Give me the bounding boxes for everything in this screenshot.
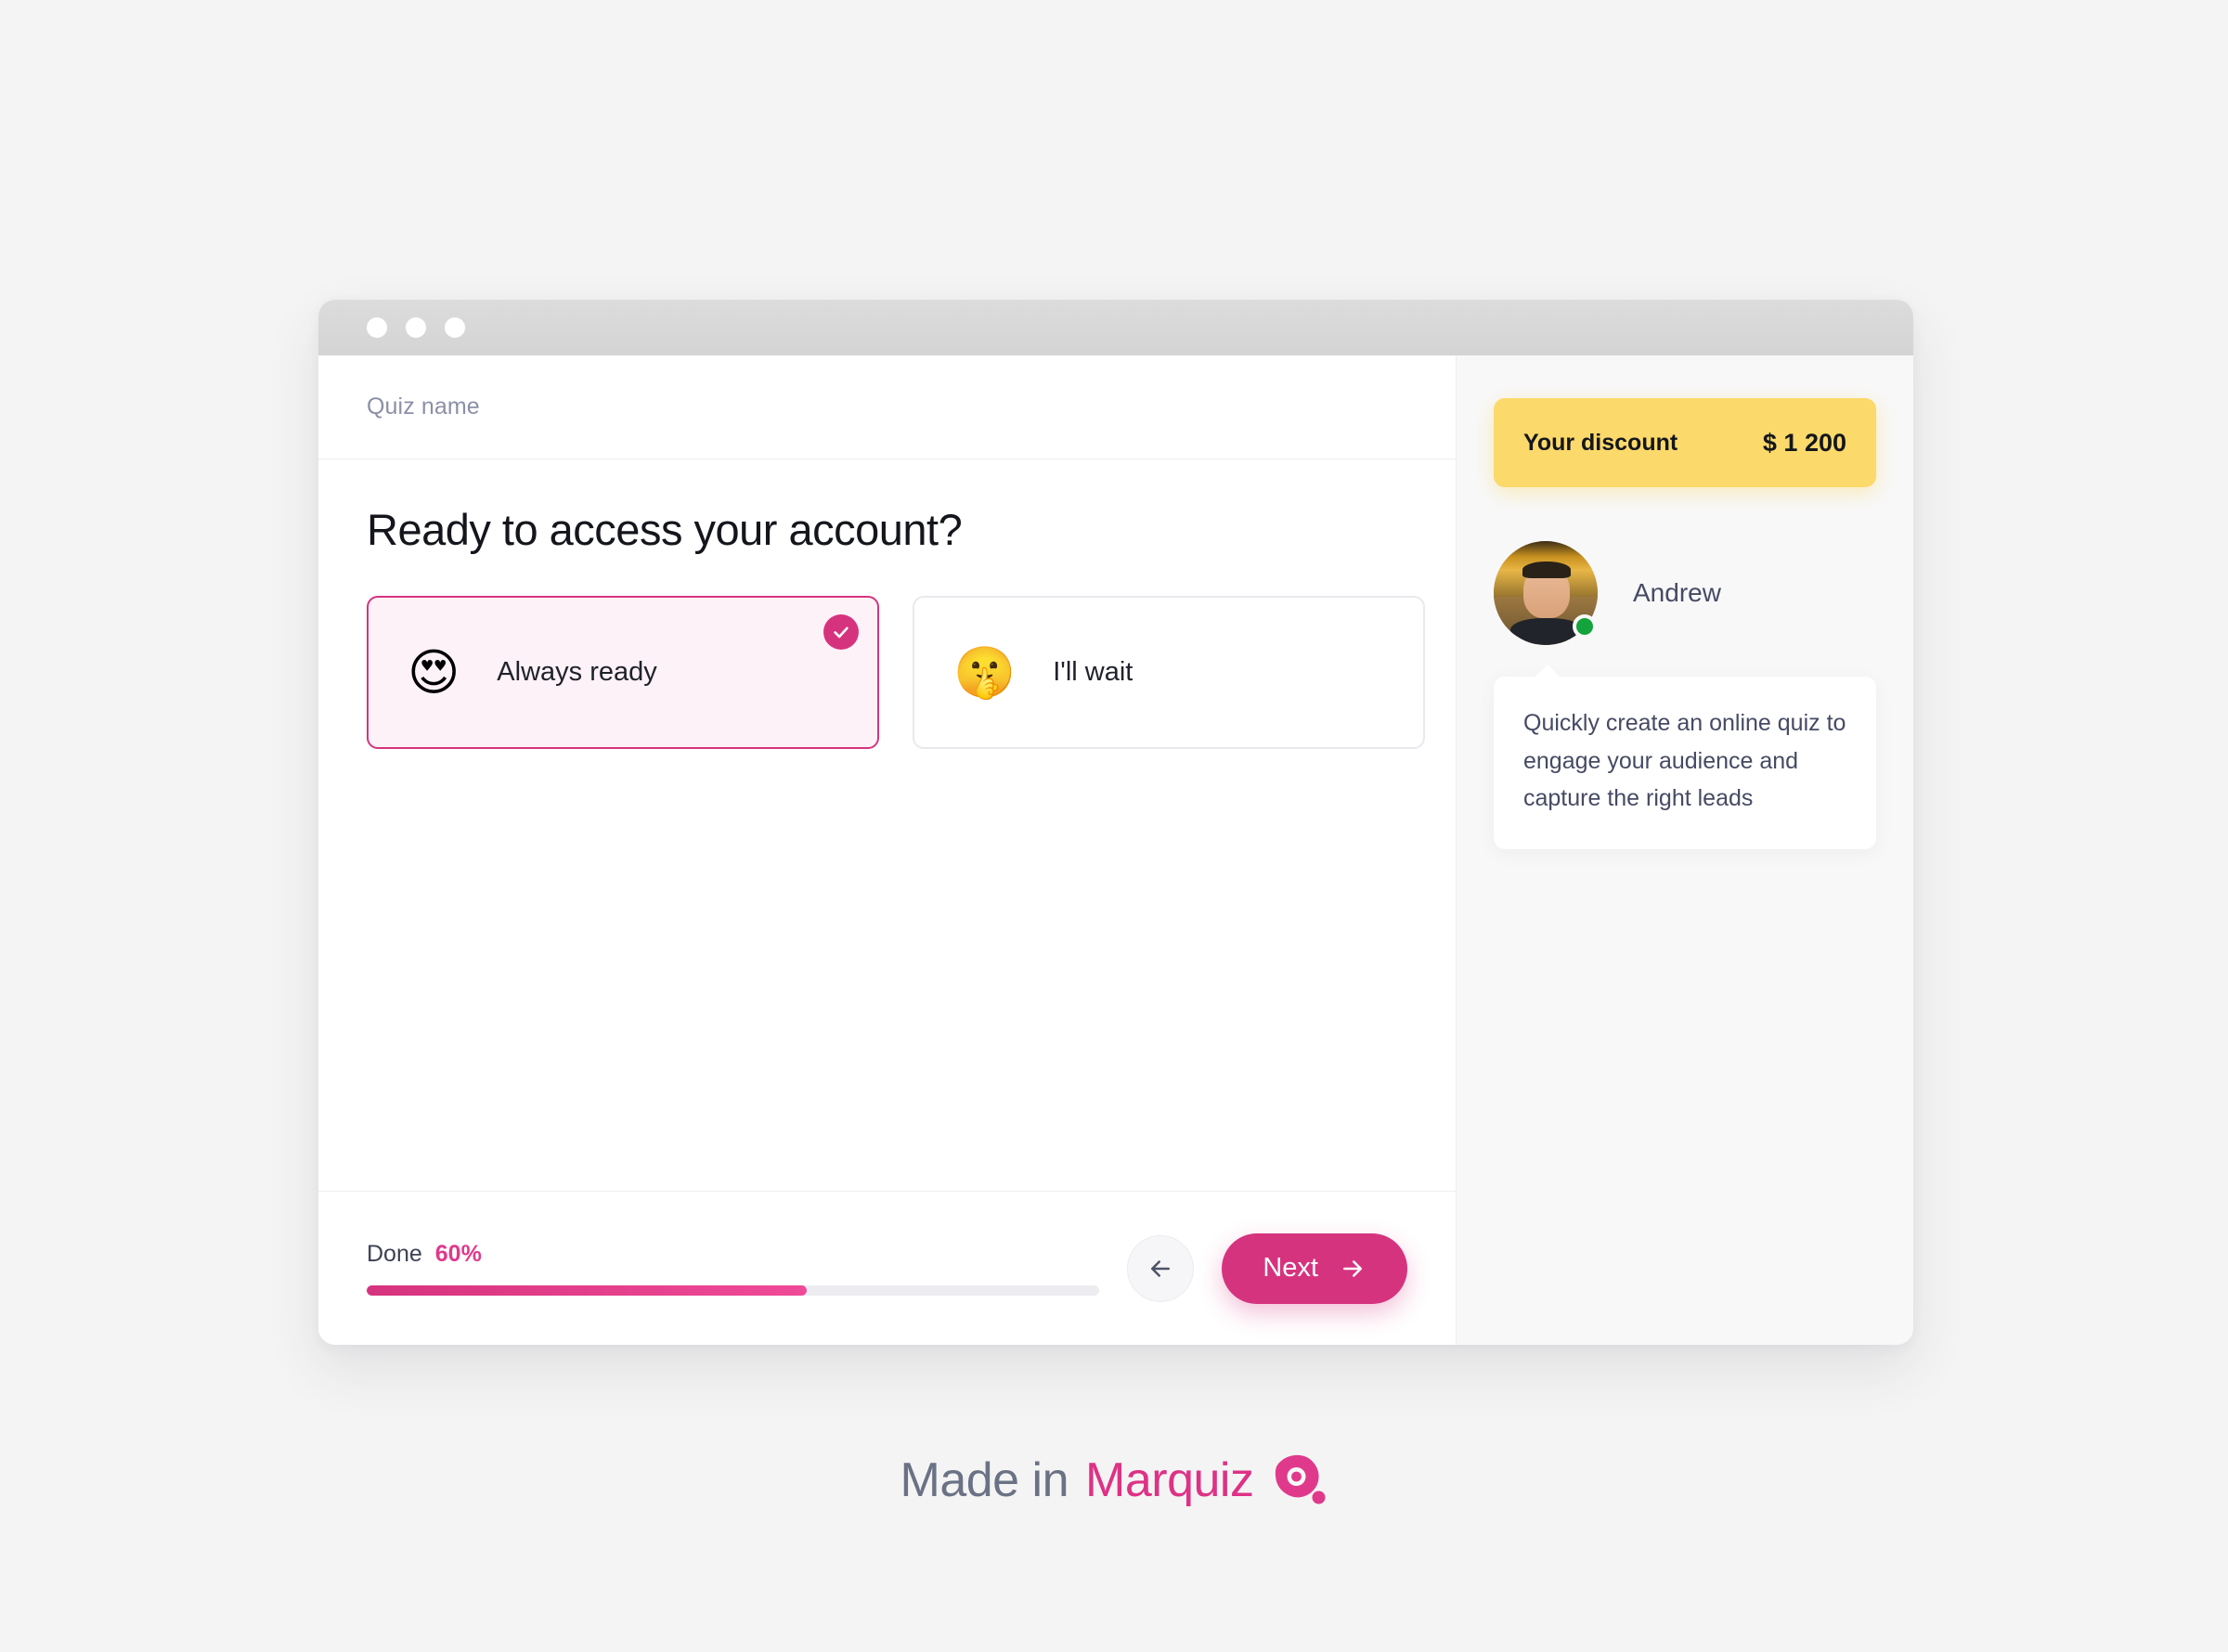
discount-label: Your discount [1523,429,1678,456]
person-name: Andrew [1633,578,1721,607]
progress-block: Done 60% [367,1241,1100,1296]
quiz-footer: Done 60% Next [318,1191,1456,1345]
check-icon [823,614,859,651]
smiling-face-with-heart-eyes-icon: 😍 [408,642,460,702]
back-button[interactable] [1127,1234,1195,1302]
progress-bar [367,1285,1100,1296]
progress-bar-fill [367,1285,807,1296]
window-maximize-dot[interactable] [445,317,465,338]
quiz-content: Ready to access your account? 😍 Always r… [318,459,1456,1191]
shushing-face-icon: 🤫 [953,642,1017,702]
answer-option-always-ready[interactable]: 😍 Always ready [367,596,879,750]
browser-window: Quiz name Ready to access your account? … [318,300,1913,1345]
arrow-right-icon [1343,1259,1362,1277]
next-button[interactable]: Next [1222,1233,1407,1304]
brand-made-in-label: Made in [900,1453,1069,1507]
answer-option-label: I'll wait [1053,657,1133,688]
message-bubble: Quickly create an online quiz to engage … [1494,665,1876,849]
avatar-wrap [1494,541,1598,645]
window-close-dot[interactable] [367,317,387,338]
window-body: Quiz name Ready to access your account? … [318,355,1913,1345]
online-status-dot [1573,614,1597,639]
page-root: Quiz name Ready to access your account? … [0,0,2228,1652]
next-button-label: Next [1263,1253,1318,1283]
question-title: Ready to access your account? [367,505,963,554]
quiz-header: Quiz name [318,355,1456,459]
side-pane: Your discount $ 1 200 Andrew Quickly cre… [1456,355,1913,1345]
window-minimize-dot[interactable] [406,317,426,338]
answer-options-list: 😍 Always ready 🤫 I'll wait [367,596,1425,750]
marquiz-logo-icon [1270,1452,1328,1508]
progress-done-label: Done [367,1241,422,1267]
quiz-pane: Quiz name Ready to access your account? … [318,355,1456,1345]
nav-buttons: Next [1127,1233,1407,1304]
message-bubble-text: Quickly create an online quiz to engage … [1523,710,1846,811]
discount-value: $ 1 200 [1762,428,1846,457]
answer-option-label: Always ready [497,657,657,688]
window-titlebar [318,300,1913,355]
progress-percent-value: 60% [434,1241,482,1267]
answer-option-ill-wait[interactable]: 🤫 I'll wait [913,596,1425,750]
brand-name-label: Marquiz [1085,1453,1254,1507]
progress-labels: Done 60% [367,1241,1099,1268]
arrow-left-icon [1151,1259,1171,1277]
person-row: Andrew [1494,541,1876,645]
quiz-name-label: Quiz name [367,394,480,419]
discount-card: Your discount $ 1 200 [1494,398,1876,487]
brand-footer[interactable]: Made in Marquiz [0,1452,2228,1508]
